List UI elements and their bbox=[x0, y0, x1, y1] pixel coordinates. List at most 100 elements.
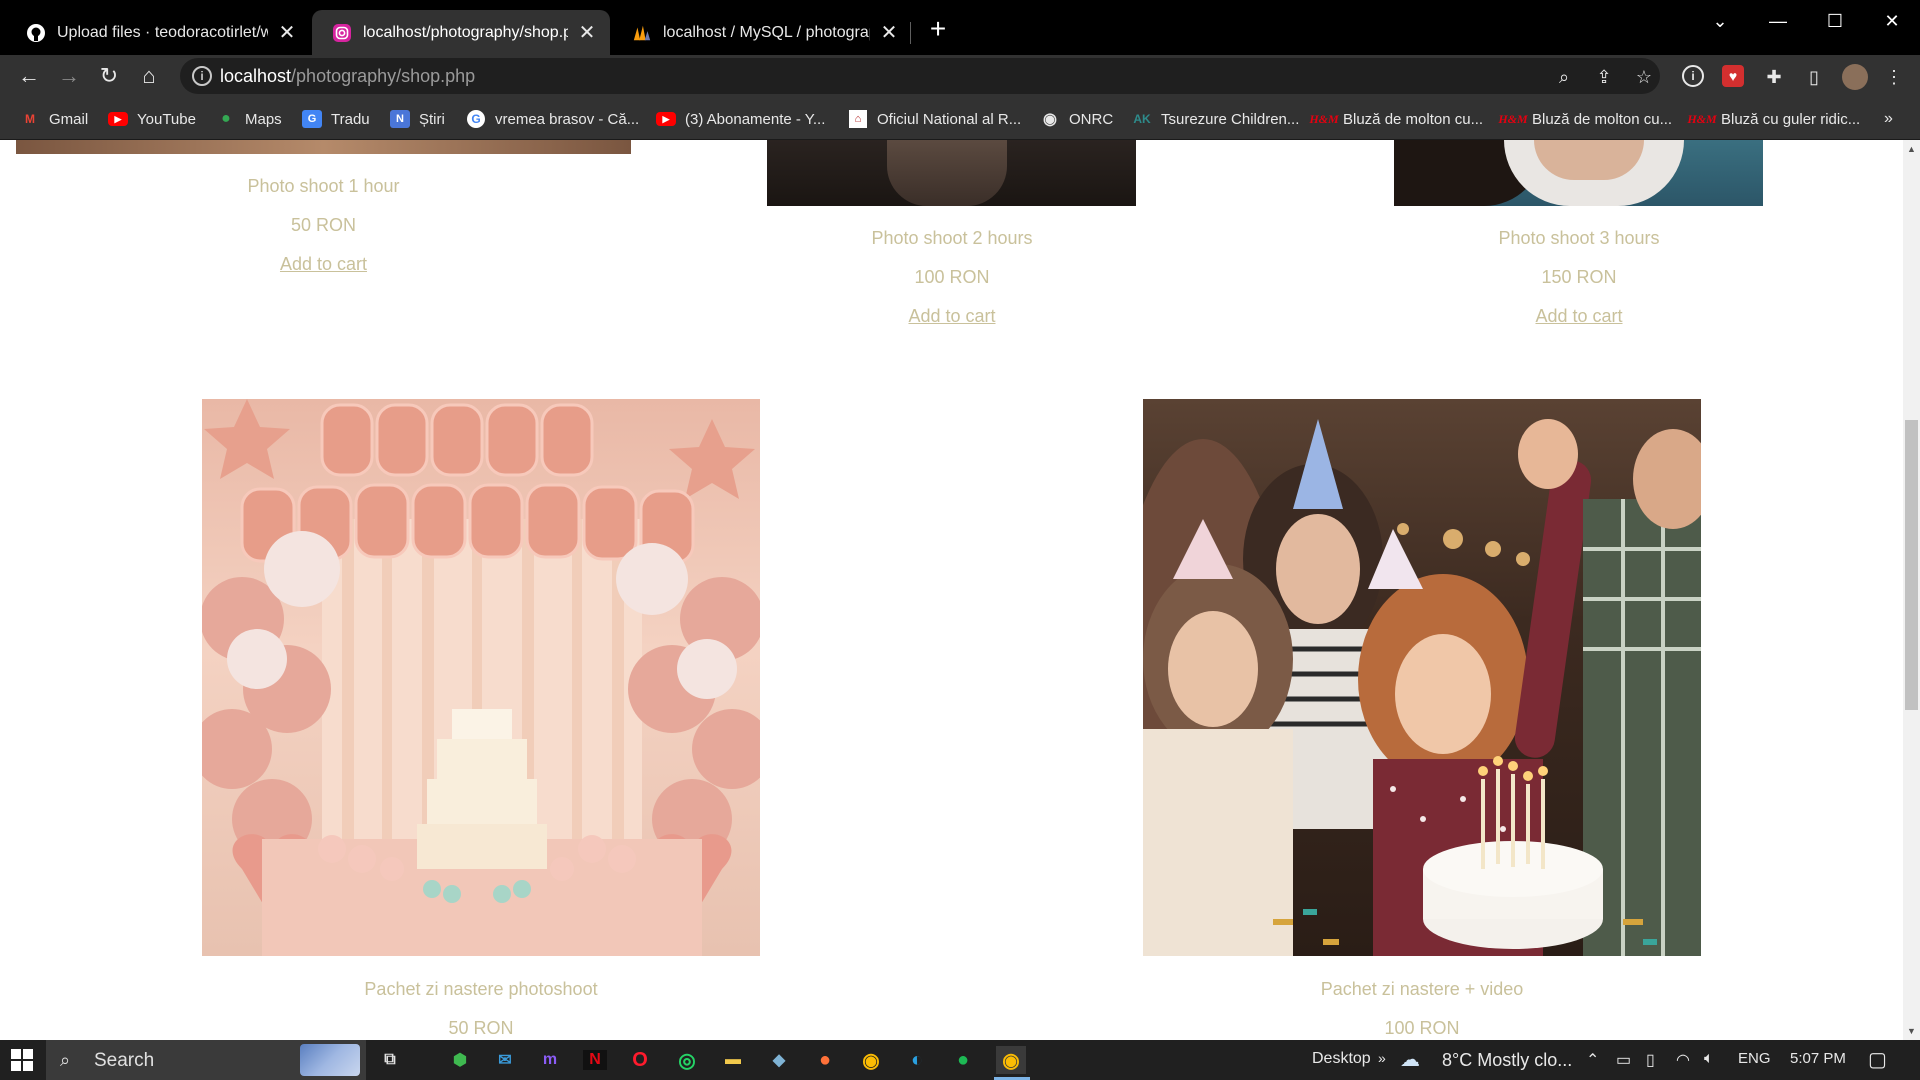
scroll-down-arrow-icon[interactable]: ▼ bbox=[1903, 1026, 1920, 1036]
scrollbar-thumb[interactable] bbox=[1905, 420, 1918, 710]
tab-phpmyadmin[interactable]: localhost / MySQL / photography ✕ bbox=[612, 10, 912, 55]
tab-strip: Upload files · teodoracotirlet/wel ✕ loc… bbox=[0, 0, 1920, 55]
bookmark-maps[interactable]: ● Maps bbox=[216, 106, 282, 132]
reload-icon[interactable]: ↻ bbox=[94, 61, 124, 91]
app-hexagon-icon[interactable]: ⬢ bbox=[445, 1046, 475, 1074]
firefox-icon[interactable]: ● bbox=[810, 1046, 840, 1074]
bookmark-tradu[interactable]: G Tradu bbox=[302, 106, 370, 132]
maps-icon: ● bbox=[221, 110, 231, 127]
search-highlight-image bbox=[300, 1044, 360, 1076]
bookmark-hm-3[interactable]: H&M Bluză cu guler ridic... bbox=[1687, 106, 1860, 132]
app-blue-icon[interactable]: ◆ bbox=[764, 1046, 794, 1074]
extension-info-icon[interactable]: i bbox=[1682, 65, 1704, 87]
bookmark-oficiul[interactable]: ⌂ Oficiul National al R... bbox=[848, 106, 1021, 132]
weather-text[interactable]: 8°C Mostly clo... bbox=[1442, 1050, 1572, 1071]
edge-icon[interactable]: ◐ bbox=[902, 1046, 932, 1074]
hm-icon: H&M bbox=[1309, 111, 1339, 126]
windows-start-icon[interactable] bbox=[10, 1048, 34, 1072]
phpmyadmin-icon bbox=[632, 23, 652, 43]
youtube-icon: ▶ bbox=[108, 110, 128, 128]
chrome-icon[interactable]: ◉ bbox=[856, 1046, 886, 1074]
product-card-birthday-video: Pachet zi nastere + video 100 RON bbox=[1143, 979, 1701, 1039]
add-to-cart-link[interactable]: Add to cart bbox=[1267, 306, 1891, 327]
language-indicator[interactable]: ENG bbox=[1738, 1050, 1771, 1067]
tab-shop[interactable]: localhost/photography/shop.php ✕ bbox=[312, 10, 610, 55]
bookmark-tsurezure[interactable]: AK Tsurezure Children... bbox=[1132, 106, 1299, 132]
netflix-icon[interactable]: N bbox=[580, 1046, 610, 1074]
hm-icon: H&M bbox=[1687, 111, 1717, 126]
mail-icon[interactable]: ✉ bbox=[490, 1046, 520, 1074]
anime-icon: AK bbox=[1133, 112, 1151, 126]
tab-search-chevron-icon[interactable]: ⌄ bbox=[1700, 6, 1740, 36]
side-panel-icon[interactable]: ▯ bbox=[1802, 65, 1826, 89]
file-explorer-icon[interactable]: ▬ bbox=[718, 1046, 748, 1074]
happy-birthday-decor-photo bbox=[202, 399, 760, 956]
youtube-icon: ▶ bbox=[656, 110, 676, 128]
bookmark-stiri[interactable]: N Știri bbox=[390, 106, 445, 132]
scroll-up-arrow-icon[interactable]: ▲ bbox=[1903, 144, 1920, 154]
pocket-extension-icon[interactable]: ♥ bbox=[1722, 65, 1744, 87]
task-view-icon[interactable]: ⧉ bbox=[375, 1046, 405, 1074]
zoom-icon[interactable]: ⌕ bbox=[1552, 65, 1576, 89]
new-tab-button[interactable]: + bbox=[924, 15, 952, 44]
volume-icon[interactable]: 🔈︎ bbox=[1704, 1050, 1714, 1068]
home-icon[interactable]: ⌂ bbox=[134, 61, 164, 91]
back-icon[interactable]: ← bbox=[14, 61, 44, 91]
share-icon[interactable]: ⇪ bbox=[1592, 65, 1616, 89]
device-icon[interactable]: ▯ bbox=[1646, 1050, 1655, 1070]
product-price: 100 RON bbox=[1384, 1018, 1460, 1038]
opera-icon[interactable]: O bbox=[625, 1046, 655, 1074]
url-text[interactable]: localhost/photography/shop.php bbox=[220, 66, 475, 87]
teams-like-icon[interactable]: m bbox=[535, 1046, 565, 1074]
forward-icon[interactable]: → bbox=[54, 61, 84, 91]
profile-avatar[interactable] bbox=[1842, 64, 1868, 90]
product-card-2-hours: Photo shoot 2 hours 100 RON Add to cart bbox=[640, 228, 1264, 338]
more-bookmarks-icon[interactable]: » bbox=[1884, 106, 1893, 132]
bookmark-star-icon[interactable]: ☆ bbox=[1632, 65, 1656, 89]
show-hidden-icons-icon[interactable]: ⌃ bbox=[1586, 1050, 1599, 1070]
taskbar-search-box[interactable]: ⌕ Search bbox=[46, 1040, 366, 1080]
shop-page: Photo shoot 1 hour 50 RON Add to cart Ph… bbox=[0, 140, 1903, 1040]
bookmark-vremea[interactable]: Gvremea brasov - Că... bbox=[466, 106, 639, 132]
clock-time[interactable]: 5:07 PM bbox=[1790, 1050, 1846, 1067]
product-image-2-hours bbox=[767, 140, 1136, 206]
bookmark-abonamente[interactable]: ▶ (3) Abonamente - Y... bbox=[656, 106, 825, 132]
bookmark-hm-2[interactable]: H&M Bluză de molton cu... bbox=[1498, 106, 1672, 132]
bookmark-hm-1[interactable]: H&M Bluză de molton cu... bbox=[1309, 106, 1483, 132]
add-to-cart-link[interactable]: Add to cart bbox=[16, 254, 631, 275]
bookmark-onrc[interactable]: ◉ ONRC bbox=[1040, 106, 1113, 132]
desktop-toolbar-label[interactable]: Desktop bbox=[1312, 1050, 1371, 1068]
tab-separator bbox=[910, 22, 911, 44]
close-tab-icon[interactable]: ✕ bbox=[880, 20, 898, 45]
close-tab-icon[interactable]: ✕ bbox=[578, 20, 596, 45]
whatsapp-icon[interactable]: ◎ bbox=[672, 1046, 702, 1074]
wifi-icon[interactable]: ◠ bbox=[1676, 1050, 1690, 1070]
close-tab-icon[interactable]: ✕ bbox=[278, 20, 296, 45]
battery-icon[interactable]: ▭ bbox=[1616, 1050, 1631, 1070]
page-scrollbar[interactable]: ▲ ▼ bbox=[1903, 140, 1920, 1040]
news-icon: N bbox=[390, 110, 410, 128]
add-to-cart-link[interactable]: Add to cart bbox=[640, 306, 1264, 327]
product-price: 150 RON bbox=[1541, 267, 1617, 287]
bookmark-gmail[interactable]: M Gmail bbox=[20, 106, 88, 132]
product-card-3-hours: Photo shoot 3 hours 150 RON Add to cart bbox=[1267, 228, 1891, 338]
browser-menu-icon[interactable]: ⋮ bbox=[1882, 65, 1906, 89]
tab-title: localhost/photography/shop.php bbox=[363, 23, 568, 41]
spotify-icon[interactable]: ● bbox=[948, 1046, 978, 1074]
browser-toolbar: ← → ↻ ⌂ i localhost/photography/shop.php… bbox=[0, 55, 1920, 98]
github-icon bbox=[26, 23, 46, 43]
maximize-icon[interactable]: ☐ bbox=[1815, 6, 1855, 36]
extensions-puzzle-icon[interactable]: ✚ bbox=[1762, 65, 1786, 89]
minimize-icon[interactable]: — bbox=[1758, 6, 1798, 36]
search-icon: ⌕ bbox=[60, 1050, 71, 1070]
globe-icon: ◉ bbox=[1043, 111, 1057, 128]
site-info-icon[interactable]: i bbox=[192, 66, 212, 86]
tab-github-upload[interactable]: Upload files · teodoracotirlet/wel ✕ bbox=[6, 10, 310, 55]
close-window-icon[interactable]: ✕ bbox=[1872, 6, 1912, 36]
notifications-icon[interactable]: ▢ bbox=[1868, 1047, 1887, 1072]
product-price: 100 RON bbox=[914, 267, 990, 287]
bookmark-youtube[interactable]: ▶ YouTube bbox=[108, 106, 196, 132]
address-bar[interactable]: i localhost/photography/shop.php ⌕ ⇪ ☆ bbox=[180, 58, 1660, 94]
desktop-expand-icon[interactable]: » bbox=[1378, 1050, 1386, 1066]
chrome-active-icon[interactable]: ◉ bbox=[996, 1046, 1026, 1074]
